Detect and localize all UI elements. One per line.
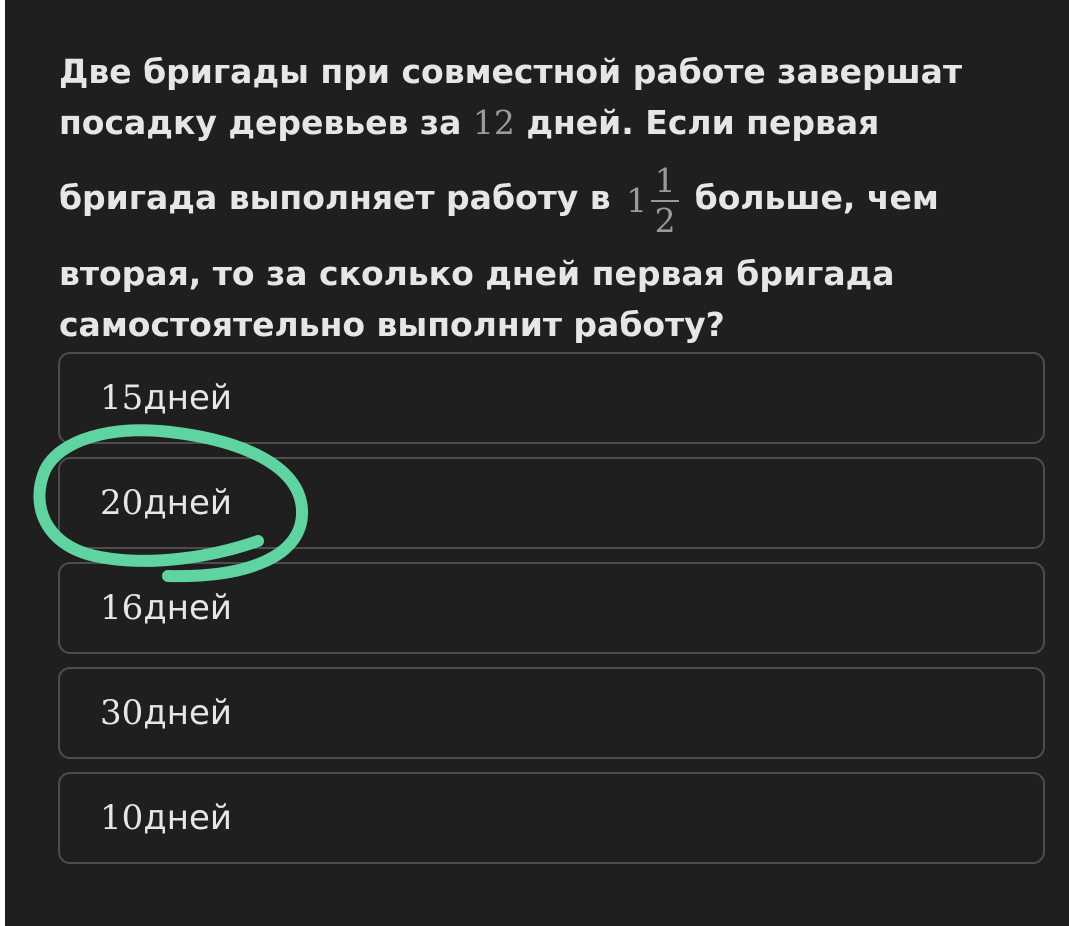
question-part-5: вторая, то за сколько дней первая бригад… [59,254,895,344]
answer-option-1[interactable]: 15 дней [58,352,1045,444]
option-unit: дней [143,378,233,418]
option-number: 16 [100,588,144,628]
answer-option-2[interactable]: 20 дней [58,457,1045,549]
answer-option-4[interactable]: 30 дней [58,667,1045,759]
option-unit: дней [143,588,233,628]
mixed-whole: 1 [626,180,648,220]
option-unit: дней [143,798,233,838]
question-part-2: дней. Если первая [514,103,880,142]
option-unit: дней [143,693,233,733]
fraction: 12 [651,160,680,240]
answer-options: 15 дней 20 дней 16 дней 30 дней 10 дней [58,352,1045,877]
option-number: 10 [100,798,144,838]
fraction-denominator: 2 [654,200,676,240]
option-number: 20 [100,483,144,523]
question-part-3: бригада выполняет работу в [59,178,623,217]
mixed-number: 112 [626,149,680,251]
question-fraction-line: бригада выполняет работу в 112 больше, ч… [59,148,1019,248]
answer-option-3[interactable]: 16 дней [58,562,1045,654]
question-part-4: больше, чем [683,178,939,217]
option-unit: дней [143,483,233,523]
question-text: Две бригады при совместной работе заверш… [59,46,1019,350]
option-number: 30 [100,693,144,733]
quiz-screen: Две бригады при совместной работе заверш… [5,0,1069,926]
fraction-numerator: 1 [654,160,676,200]
days-total-value: 12 [472,103,515,142]
option-number: 15 [100,378,144,418]
answer-option-5[interactable]: 10 дней [58,772,1045,864]
